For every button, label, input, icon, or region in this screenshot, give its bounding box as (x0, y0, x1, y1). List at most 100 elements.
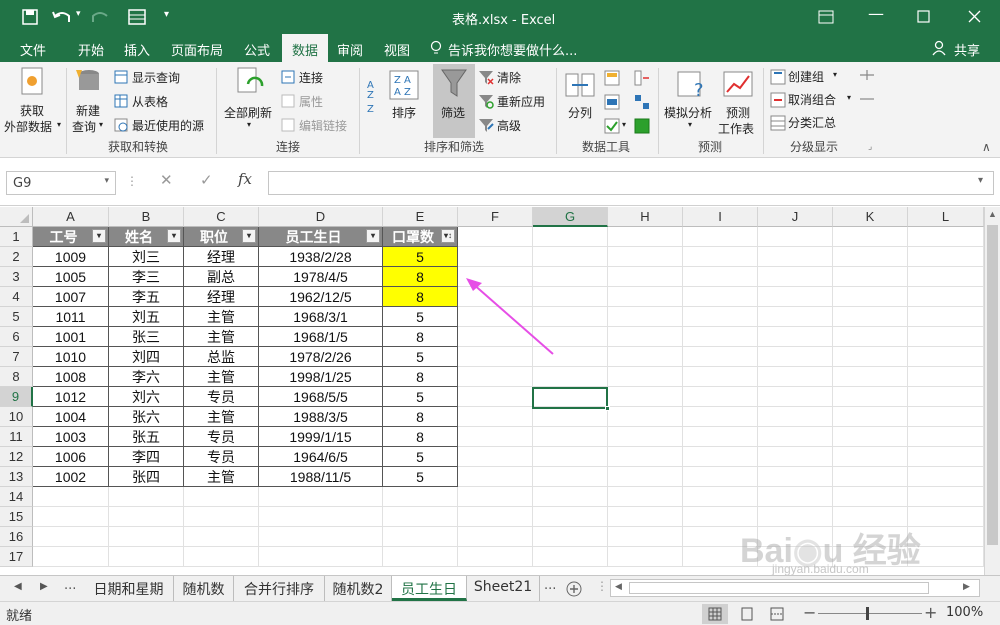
cell[interactable] (458, 507, 533, 527)
cell[interactable] (458, 467, 533, 487)
cell[interactable] (458, 387, 533, 407)
cell[interactable] (259, 487, 383, 507)
minimize-icon[interactable]: — (868, 4, 884, 23)
cell[interactable] (608, 327, 683, 347)
cell[interactable] (908, 247, 984, 267)
cell[interactable] (608, 267, 683, 287)
connections-button[interactable]: 连接 (299, 69, 323, 86)
cell[interactable] (908, 387, 984, 407)
scroll-thumb[interactable] (987, 225, 998, 545)
new-query-label-1[interactable]: 新建 (76, 102, 100, 119)
flash-fill-icon[interactable] (604, 70, 620, 86)
cell[interactable] (383, 507, 458, 527)
cell[interactable] (833, 247, 908, 267)
cell[interactable] (533, 367, 608, 387)
cell[interactable] (908, 367, 984, 387)
cell[interactable] (383, 527, 458, 547)
cell[interactable] (758, 287, 833, 307)
cell[interactable] (683, 247, 758, 267)
cell[interactable] (608, 347, 683, 367)
row-header-3[interactable]: 3 (0, 267, 33, 287)
maximize-icon[interactable] (917, 10, 930, 23)
tab-home[interactable]: 开始 (78, 40, 104, 59)
table-cell[interactable]: 主管 (184, 367, 259, 387)
cell[interactable] (833, 227, 908, 247)
sheet-tab-random2[interactable]: 随机数2 (325, 576, 392, 601)
table-cell[interactable]: 1968/5/5 (259, 387, 383, 407)
row-header-8[interactable]: 8 (0, 367, 33, 387)
table-header-cell[interactable]: 员工生日 ▾ (259, 227, 383, 247)
data-model-icon[interactable] (634, 118, 650, 134)
filter-dropdown-icon[interactable]: ▾ (242, 229, 256, 243)
cell[interactable] (833, 307, 908, 327)
cell[interactable] (683, 467, 758, 487)
formula-input[interactable] (268, 171, 994, 195)
cell[interactable] (758, 487, 833, 507)
cell[interactable] (533, 247, 608, 267)
cell[interactable] (458, 367, 533, 387)
tell-me-box[interactable]: 告诉我你想要做什么... (448, 40, 577, 59)
insert-function-icon[interactable]: fx (238, 170, 252, 188)
cell[interactable] (533, 447, 608, 467)
sheet-tab-merge-sort[interactable]: 合并行排序 (234, 576, 325, 601)
cell[interactable] (608, 387, 683, 407)
new-query-label-2[interactable]: 查询 (72, 118, 96, 135)
table-header-cell[interactable]: 姓名 ▾ (109, 227, 184, 247)
table-header-cell[interactable]: 口罩数 ▾↕ (383, 227, 458, 247)
table-cell[interactable]: 5 (383, 467, 458, 487)
table-cell[interactable]: 刘五 (109, 307, 184, 327)
cell[interactable] (109, 527, 184, 547)
cell[interactable] (758, 387, 833, 407)
tab-formulas[interactable]: 公式 (244, 40, 270, 59)
cell[interactable] (833, 467, 908, 487)
highlighted-cell[interactable]: 5 (383, 247, 458, 267)
cell[interactable] (833, 327, 908, 347)
selected-cell[interactable] (532, 387, 608, 409)
more-tabs-right[interactable]: ... (544, 578, 556, 593)
table-cell[interactable]: 5 (383, 347, 458, 367)
filter-dropdown-icon[interactable]: ▾ (366, 229, 380, 243)
table-cell[interactable]: 李三 (109, 267, 184, 287)
cell[interactable] (33, 527, 109, 547)
table-cell[interactable]: 1003 (33, 427, 109, 447)
row-header-1[interactable]: 1 (0, 227, 33, 247)
cell[interactable] (833, 347, 908, 367)
prev-sheet-icon[interactable]: ◀ (14, 581, 22, 592)
cell[interactable] (608, 407, 683, 427)
cell[interactable] (533, 527, 608, 547)
cell[interactable] (383, 487, 458, 507)
column-header-l[interactable]: L (908, 207, 984, 227)
cell[interactable] (608, 507, 683, 527)
cell[interactable] (458, 407, 533, 427)
table-cell[interactable]: 1006 (33, 447, 109, 467)
table-cell[interactable]: 1001 (33, 327, 109, 347)
filter-dropdown-icon[interactable]: ▾ (92, 229, 106, 243)
highlighted-cell[interactable]: 8 (383, 287, 458, 307)
cell[interactable] (758, 407, 833, 427)
cell[interactable] (683, 287, 758, 307)
row-header-6[interactable]: 6 (0, 327, 33, 347)
cell[interactable] (833, 267, 908, 287)
cell[interactable] (109, 547, 184, 567)
table-cell[interactable]: 1999/1/15 (259, 427, 383, 447)
cell[interactable] (184, 547, 259, 567)
table-cell[interactable]: 副总 (184, 267, 259, 287)
table-cell[interactable]: 1004 (33, 407, 109, 427)
tab-review[interactable]: 审阅 (337, 40, 363, 59)
cell[interactable] (833, 287, 908, 307)
table-cell[interactable]: 8 (383, 367, 458, 387)
cell[interactable] (683, 387, 758, 407)
cell[interactable] (683, 407, 758, 427)
cell[interactable] (458, 447, 533, 467)
cell[interactable] (608, 527, 683, 547)
horizontal-scrollbar[interactable]: ◀ ▶ (610, 579, 980, 597)
cell[interactable] (908, 487, 984, 507)
remove-duplicates-icon[interactable] (604, 94, 620, 110)
highlighted-cell[interactable]: 8 (383, 267, 458, 287)
cell[interactable] (533, 467, 608, 487)
cancel-icon[interactable]: ✕ (160, 171, 173, 189)
cell[interactable] (608, 467, 683, 487)
cell[interactable] (458, 527, 533, 547)
table-cell[interactable]: 张三 (109, 327, 184, 347)
table-cell[interactable]: 1988/3/5 (259, 407, 383, 427)
